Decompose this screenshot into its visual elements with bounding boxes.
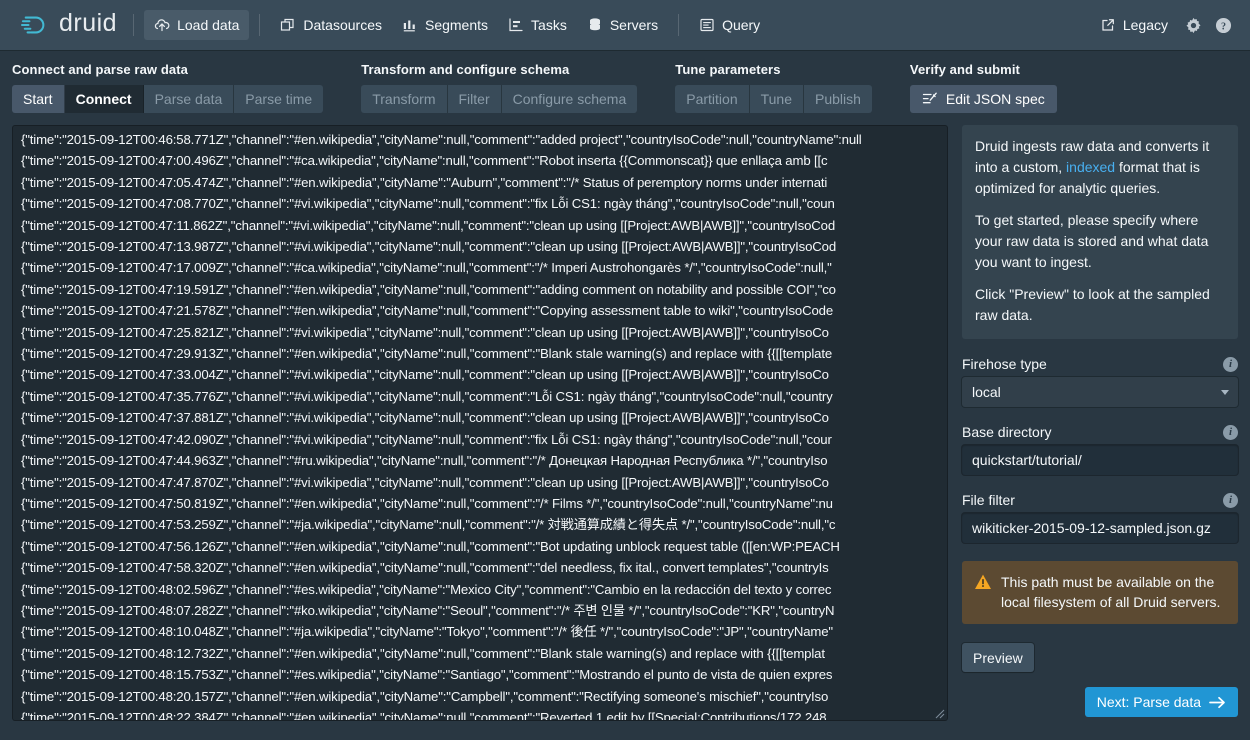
step-group-title: Verify and submit — [909, 62, 1020, 77]
warning-icon — [975, 574, 991, 589]
step-group-title: Transform and configure schema — [361, 62, 570, 77]
info-paragraph-1: Druid ingests raw data and converts it i… — [975, 136, 1225, 199]
info-paragraph-2: To get started, please specify where you… — [975, 212, 1209, 270]
arrow-right-icon — [1209, 696, 1225, 708]
navbar: druid Load data Datasources Segments Tas… — [0, 0, 1250, 50]
field-firehose-type: Firehose type i local — [962, 356, 1238, 407]
svg-text:?: ? — [1220, 21, 1225, 32]
step-button-group: Partition Tune Publish — [675, 85, 872, 113]
field-header: Base directory i — [962, 424, 1238, 440]
step-button-configure-schema: Configure schema — [501, 85, 638, 113]
info-icon[interactable]: i — [1223, 424, 1238, 440]
step-button-label: Edit JSON spec — [945, 91, 1045, 107]
next-button-row: Next: Parse data — [962, 687, 1238, 717]
base-directory-input[interactable] — [962, 445, 1238, 475]
navbar-divider-3 — [678, 14, 680, 36]
step-button-group: Transform Filter Configure schema — [361, 85, 638, 113]
nav-item-load-data[interactable]: Load data — [144, 10, 250, 40]
field-base-directory: Base directory i — [962, 424, 1238, 475]
step-button-start[interactable]: Start — [12, 85, 65, 113]
step-button-filter: Filter — [447, 85, 502, 113]
step-group-connect: Connect and parse raw data Start Connect… — [12, 62, 324, 113]
field-label: File filter — [962, 492, 1015, 508]
indexed-link[interactable]: indexed — [1066, 159, 1115, 175]
preview-button[interactable]: Preview — [962, 643, 1034, 672]
brand-title: druid — [59, 9, 118, 37]
field-label: Firehose type — [962, 356, 1047, 372]
step-button-tune: Tune — [749, 85, 804, 113]
step-group-tune: Tune parameters Partition Tune Publish — [675, 62, 872, 113]
navbar-divider-2 — [259, 14, 261, 36]
step-button-group: Start Connect Parse data Parse time — [12, 85, 324, 113]
info-card: Druid ingests raw data and converts it i… — [962, 125, 1238, 339]
field-header: File filter i — [962, 492, 1238, 508]
step-group-transform: Transform and configure schema Transform… — [361, 62, 638, 113]
field-header: Firehose type i — [962, 356, 1238, 372]
step-button-edit-json-spec[interactable]: Edit JSON spec — [909, 85, 1057, 113]
tasks-icon — [509, 18, 523, 32]
preview-button-row: Preview — [962, 643, 1238, 672]
next-parse-data-button[interactable]: Next: Parse data — [1084, 687, 1238, 717]
warning-callout: This path must be available on the local… — [962, 561, 1238, 624]
step-navigation: Connect and parse raw data Start Connect… — [0, 50, 1250, 113]
sidebar: Druid ingests raw data and converts it i… — [962, 125, 1238, 721]
step-button-connect[interactable]: Connect — [64, 85, 144, 113]
file-filter-input[interactable] — [962, 513, 1238, 543]
json-spec-icon — [922, 92, 937, 104]
datasources-icon — [281, 18, 294, 31]
warning-text: This path must be available on the local… — [1001, 574, 1221, 610]
raw-data-panel[interactable]: {"time":"2015-09-12T00:46:58.771Z","chan… — [12, 125, 948, 721]
nav-item-query[interactable]: Query — [689, 10, 770, 40]
firehose-type-select[interactable]: local — [962, 377, 1238, 407]
nav-item-label: Datasources — [303, 17, 382, 33]
step-button-partition: Partition — [675, 85, 750, 113]
info-icon[interactable]: i — [1223, 356, 1238, 372]
raw-data-text: {"time":"2015-09-12T00:46:58.771Z","chan… — [21, 132, 862, 721]
nav-item-label: Load data — [177, 17, 240, 33]
nav-item-servers[interactable]: Servers — [577, 10, 668, 40]
nav-item-label: Legacy — [1122, 17, 1168, 33]
druid-logo-icon — [20, 16, 45, 34]
brand-logo-group[interactable]: druid — [12, 11, 123, 39]
step-button-parse-time: Parse time — [234, 85, 324, 113]
firehose-type-value: local — [972, 384, 1001, 400]
help-button[interactable]: ? — [1208, 10, 1238, 40]
gear-icon — [1185, 17, 1201, 33]
nav-item-segments[interactable]: Segments — [392, 10, 498, 40]
query-icon — [700, 18, 714, 32]
nav-item-label: Segments — [424, 17, 489, 33]
step-group-title: Connect and parse raw data — [12, 62, 188, 77]
field-file-filter: File filter i — [962, 492, 1238, 543]
settings-button[interactable] — [1178, 10, 1208, 40]
nav-item-tasks[interactable]: Tasks — [498, 10, 577, 40]
external-link-icon — [1102, 19, 1114, 31]
segments-icon — [403, 20, 415, 32]
next-button-label: Next: Parse data — [1096, 694, 1201, 710]
nav-item-label: Query — [722, 17, 761, 33]
chevron-down-icon — [1221, 390, 1229, 395]
step-group-verify: Verify and submit Edit JSON spec — [909, 62, 1057, 113]
step-button-publish: Publish — [804, 85, 872, 113]
step-button-group: Edit JSON spec — [909, 85, 1057, 113]
step-button-transform: Transform — [361, 85, 448, 113]
nav-item-label: Tasks — [531, 17, 567, 33]
info-icon[interactable]: i — [1223, 492, 1238, 508]
step-button-parse-data: Parse data — [143, 85, 235, 113]
nav-item-label: Servers — [609, 17, 659, 33]
navbar-divider-1 — [133, 14, 135, 36]
upload-cloud-icon — [154, 19, 170, 32]
step-group-title: Tune parameters — [675, 62, 781, 77]
help-circle-icon: ? — [1215, 17, 1231, 33]
info-paragraph-3: Click "Preview" to look at the sampled r… — [975, 286, 1210, 323]
nav-item-datasources[interactable]: Datasources — [270, 10, 392, 40]
field-label: Base directory — [962, 424, 1052, 440]
resize-grip-icon[interactable] — [931, 705, 945, 719]
main-content: {"time":"2015-09-12T00:46:58.771Z","chan… — [0, 113, 1250, 721]
nav-item-legacy[interactable]: Legacy — [1090, 10, 1178, 40]
servers-icon — [589, 18, 600, 31]
